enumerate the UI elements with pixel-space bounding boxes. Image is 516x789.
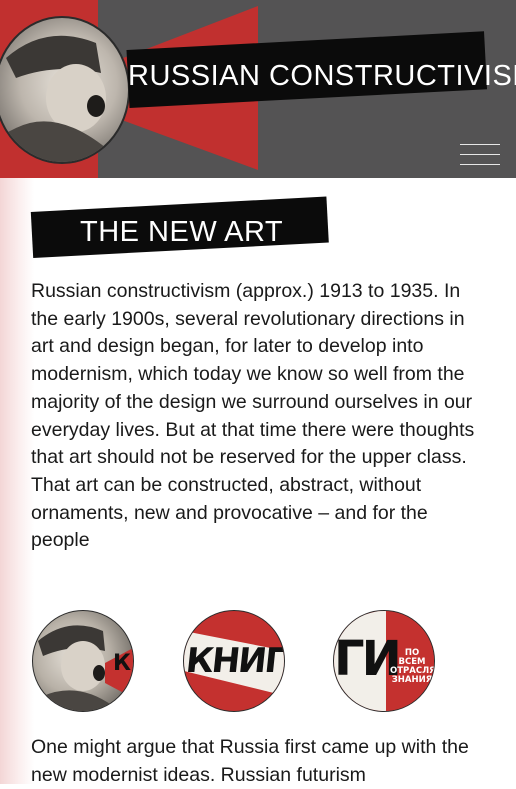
side-gradient-strip xyxy=(0,178,34,784)
poster-text: КН xyxy=(113,651,133,676)
site-header: RUSSIAN CONSTRUCTIVISM xyxy=(0,0,516,178)
poster-text: КНИГИ xyxy=(183,641,285,681)
hamburger-menu-icon[interactable] xyxy=(460,142,502,168)
gallery-thumbnail-1[interactable]: КН xyxy=(32,610,134,712)
site-title[interactable]: RUSSIAN CONSTRUCTIVISM xyxy=(128,60,516,93)
poster-subtext: ПО ВСЕМ ОТРАСЛЯМ ЗНАНИЯ xyxy=(390,648,434,685)
header-photo-woman-shouting xyxy=(0,16,130,164)
second-paragraph: One might argue that Russia first came u… xyxy=(31,736,469,786)
gallery-thumbnail-3[interactable]: ГИ ПО ВСЕМ ОТРАСЛЯМ ЗНАНИЯ xyxy=(333,610,435,712)
intro-paragraph: Russian constructivism (approx.) 1913 to… xyxy=(31,280,475,552)
gallery-thumbnail-2[interactable]: КНИГИ xyxy=(183,610,285,712)
section-title: THE NEW ART xyxy=(80,216,284,248)
